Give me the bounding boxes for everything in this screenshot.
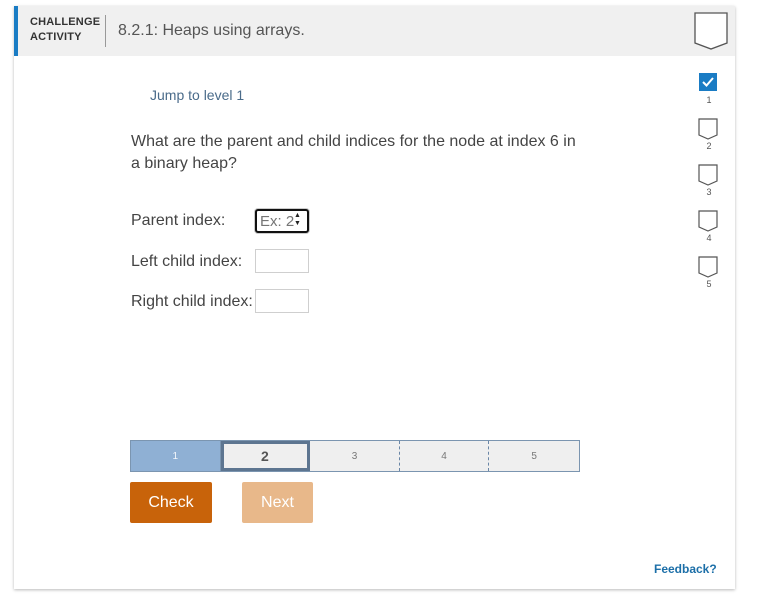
- question-text: What are the parent and child indices fo…: [131, 133, 576, 172]
- left-child-index-input[interactable]: [255, 249, 309, 273]
- header-divider: [105, 15, 106, 47]
- empty-level-icon: [698, 118, 718, 140]
- right-child-index-label: Right child index:: [131, 293, 253, 310]
- checked-level-icon: [699, 73, 717, 91]
- feedback-link[interactable]: Feedback?: [654, 562, 717, 576]
- level-progress-bar: 1 2 3 4 5: [130, 440, 580, 472]
- level-number: 5: [706, 279, 712, 289]
- progress-segment-3: 3: [310, 441, 400, 471]
- level-5[interactable]: 5: [698, 256, 720, 289]
- parent-index-label: Parent index:: [131, 212, 226, 229]
- activity-header: CHALLENGE ACTIVITY 8.2.1: Heaps using ar…: [14, 6, 735, 56]
- tag-line-1: CHALLENGE: [30, 16, 101, 28]
- activity-title: 8.2.1: Heaps using arrays.: [118, 22, 305, 39]
- progress-segment-2: 2: [220, 441, 311, 471]
- empty-level-icon: [698, 210, 718, 232]
- right-child-index-input[interactable]: [255, 289, 309, 313]
- level-number: 1: [706, 95, 712, 105]
- empty-level-icon: [698, 164, 718, 186]
- left-child-index-label: Left child index:: [131, 253, 243, 270]
- level-number: 3: [706, 187, 712, 197]
- next-button[interactable]: Next: [242, 482, 313, 523]
- level-3[interactable]: 3: [698, 164, 720, 197]
- spinner-arrows-icon[interactable]: ▲ ▼: [294, 212, 301, 228]
- activity-type-tag: CHALLENGE ACTIVITY: [30, 15, 100, 45]
- check-button[interactable]: Check: [130, 482, 212, 523]
- level-number: 4: [706, 233, 712, 243]
- empty-level-icon: [698, 256, 718, 278]
- challenge-activity-card: CHALLENGE ACTIVITY 8.2.1: Heaps using ar…: [14, 6, 735, 589]
- level-2[interactable]: 2: [698, 118, 720, 151]
- level-number: 2: [706, 141, 712, 151]
- progress-segment-4: 4: [400, 441, 490, 471]
- progress-segment-5: 5: [531, 450, 537, 462]
- completion-badge-icon: [694, 12, 728, 50]
- jump-to-level-link[interactable]: Jump to level 1: [150, 87, 244, 103]
- level-4[interactable]: 4: [698, 210, 720, 243]
- tag-line-2: ACTIVITY: [30, 31, 82, 43]
- progress-segment-1: 1: [131, 441, 221, 471]
- level-1[interactable]: 1: [698, 72, 720, 105]
